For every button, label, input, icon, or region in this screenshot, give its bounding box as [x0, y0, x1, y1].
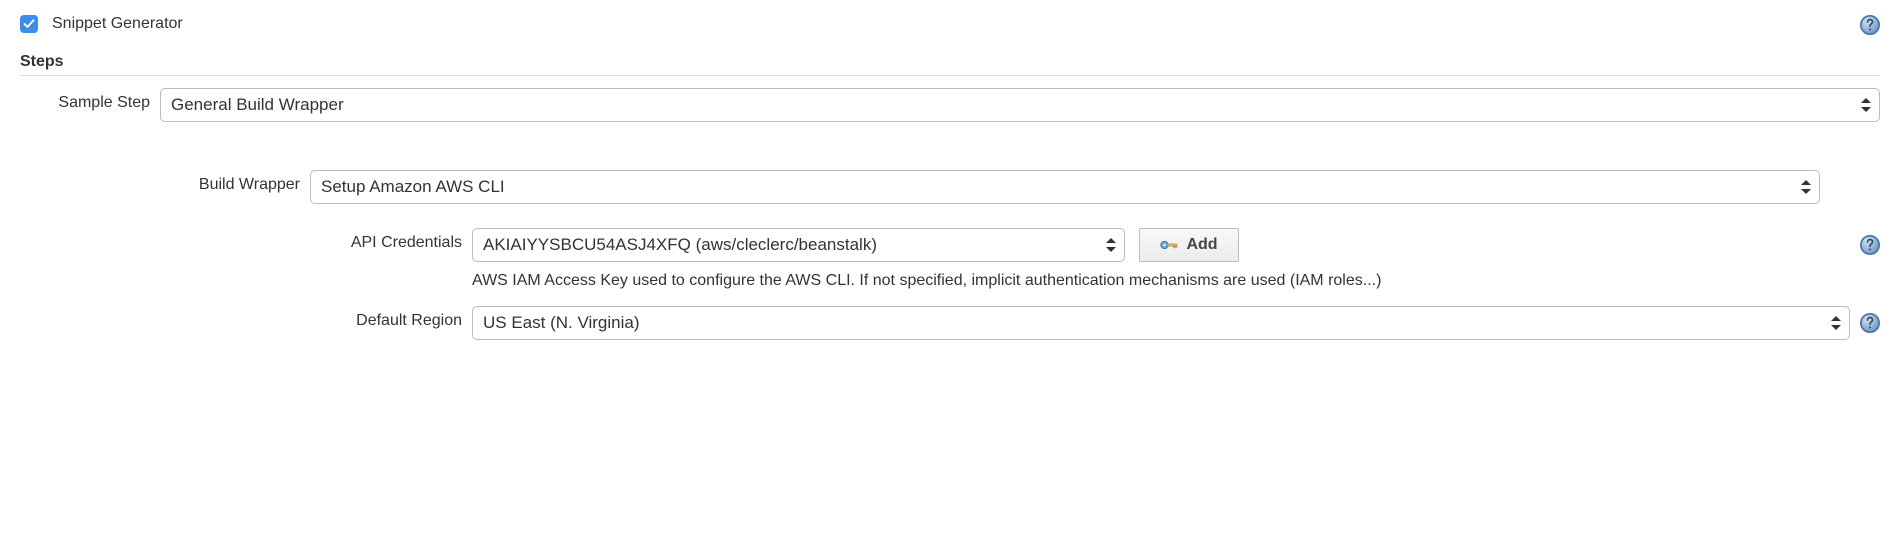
divider — [20, 75, 1880, 76]
default-region-select[interactable]: US East (N. Virginia) — [472, 306, 1850, 340]
add-button-label: Add — [1186, 236, 1217, 254]
help-icon[interactable] — [1860, 313, 1880, 333]
build-wrapper-value: Setup Amazon AWS CLI — [321, 177, 505, 197]
build-wrapper-label: Build Wrapper — [20, 170, 310, 194]
api-credentials-description: AWS IAM Access Key used to configure the… — [472, 270, 1880, 292]
api-credentials-select[interactable]: AKIAIYYSBCU54ASJ4XFQ (aws/cleclerc/beans… — [472, 228, 1125, 262]
help-icon[interactable] — [1860, 15, 1880, 35]
key-icon — [1160, 239, 1178, 251]
sample-step-select[interactable]: General Build Wrapper — [160, 88, 1880, 122]
steps-heading: Steps — [20, 53, 1880, 71]
default-region-value: US East (N. Virginia) — [483, 313, 640, 333]
sample-step-value: General Build Wrapper — [171, 95, 344, 115]
api-credentials-value: AKIAIYYSBCU54ASJ4XFQ (aws/cleclerc/beans… — [483, 235, 877, 255]
help-icon[interactable] — [1860, 235, 1880, 255]
api-credentials-label: API Credentials — [20, 228, 472, 252]
snippet-generator-checkbox[interactable] — [20, 15, 38, 33]
sample-step-label: Sample Step — [20, 88, 160, 112]
build-wrapper-select[interactable]: Setup Amazon AWS CLI — [310, 170, 1820, 204]
snippet-generator-label: Snippet Generator — [52, 15, 183, 33]
default-region-label: Default Region — [20, 306, 472, 330]
add-button[interactable]: Add — [1139, 228, 1238, 262]
